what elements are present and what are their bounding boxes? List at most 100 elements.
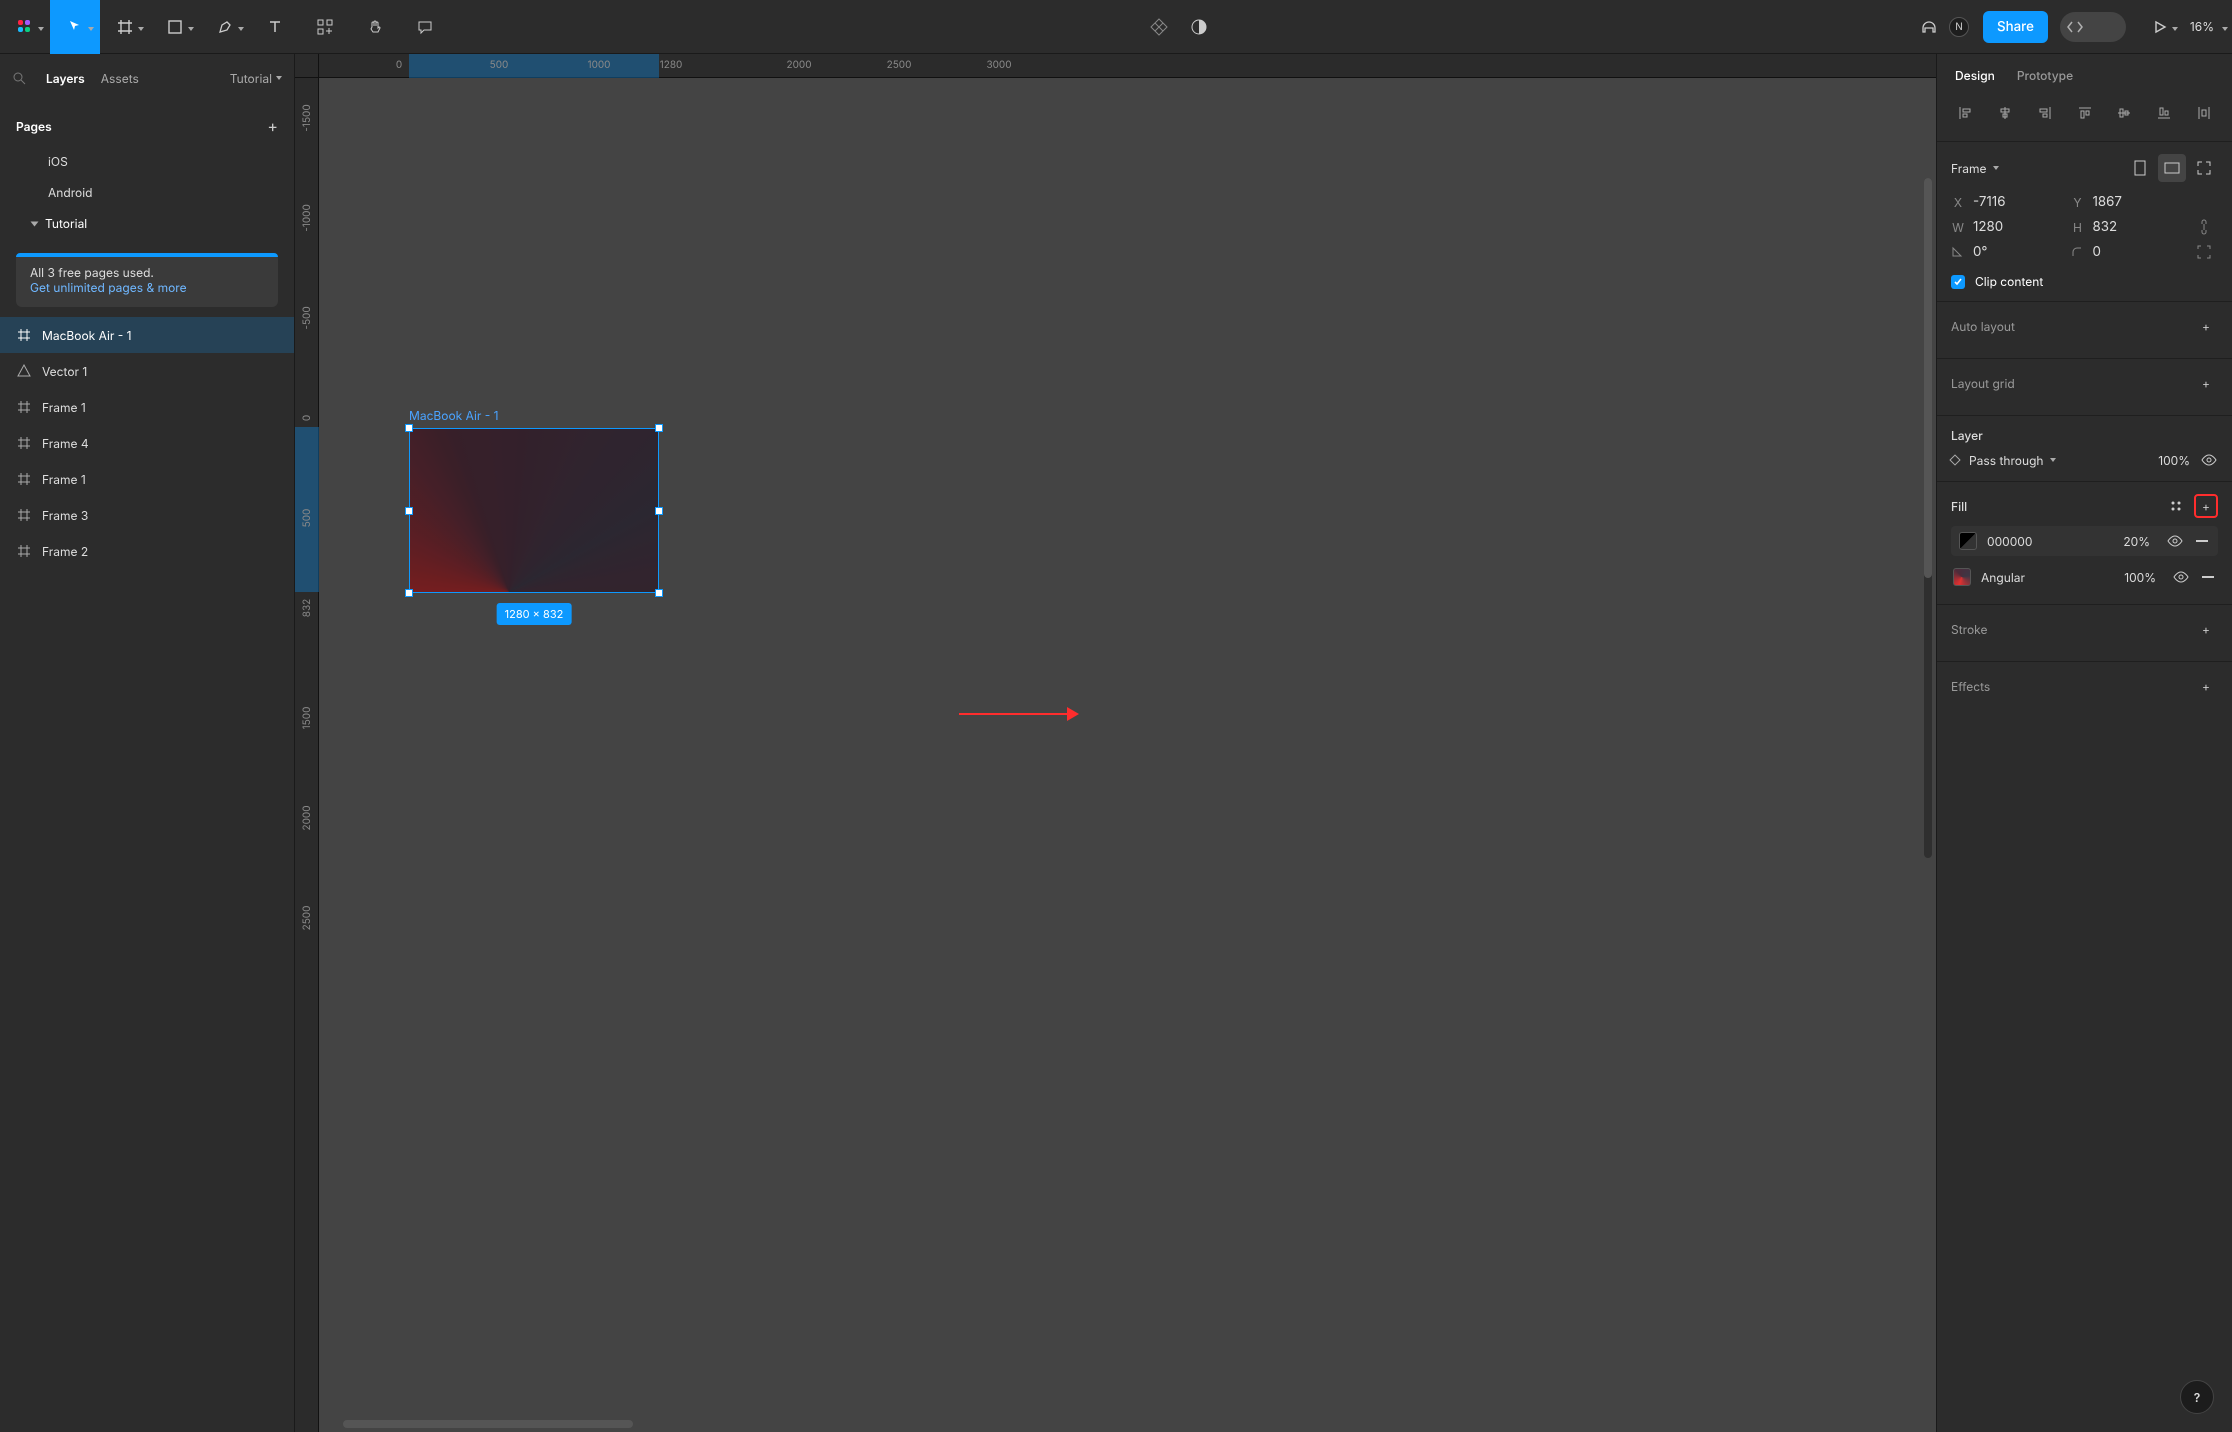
layer-item[interactable]: MacBook Air - 1: [0, 317, 294, 353]
right-panel-tabs: Design Prototype: [1937, 54, 2232, 93]
frame-type-dropdown[interactable]: Frame: [1951, 161, 1999, 176]
selected-frame[interactable]: [409, 428, 659, 593]
fill-visibility-toggle[interactable]: [2172, 568, 2190, 586]
independent-corners-button[interactable]: [2190, 244, 2218, 260]
fill-opacity[interactable]: 20%: [2123, 534, 2150, 549]
page-item-ios[interactable]: iOS: [0, 146, 294, 177]
orientation-landscape-button[interactable]: [2158, 154, 2186, 182]
tab-prototype[interactable]: Prototype: [2017, 68, 2073, 83]
layer-item[interactable]: Frame 4: [0, 425, 294, 461]
user-avatar[interactable]: N: [1949, 17, 1969, 37]
align-bottom-button[interactable]: [2146, 99, 2182, 127]
dark-mode-toggle[interactable]: [1179, 0, 1219, 54]
text-tool-button[interactable]: [250, 0, 300, 54]
support-button[interactable]: [1909, 0, 1949, 54]
dev-mode-toggle[interactable]: [2060, 12, 2126, 42]
remove-fill-button[interactable]: [2200, 569, 2216, 585]
page-item-tutorial[interactable]: Tutorial: [0, 208, 294, 239]
resources-button[interactable]: [300, 0, 350, 54]
shape-tool-button[interactable]: [150, 0, 200, 54]
pen-tool-button[interactable]: [200, 0, 250, 54]
h-input[interactable]: [2093, 219, 2153, 235]
layer-item[interactable]: Frame 3: [0, 497, 294, 533]
resize-handle-bl[interactable]: [405, 589, 413, 597]
fill-opacity[interactable]: 100%: [2124, 570, 2156, 585]
align-left-button[interactable]: [1947, 99, 1983, 127]
main-menu-button[interactable]: [0, 0, 50, 54]
components-indicator[interactable]: [1139, 0, 1179, 54]
present-button[interactable]: [2140, 7, 2180, 47]
resize-handle-tr[interactable]: [655, 424, 663, 432]
rotation-input[interactable]: [1973, 244, 2033, 260]
hand-tool-button[interactable]: [350, 0, 400, 54]
clip-content-checkbox[interactable]: [1951, 275, 1965, 289]
resize-handle-br[interactable]: [655, 589, 663, 597]
file-menu[interactable]: Tutorial: [230, 71, 282, 86]
y-field[interactable]: Y: [2071, 194, 2181, 210]
align-vcenter-button[interactable]: [2106, 99, 2142, 127]
canvas-stage[interactable]: MacBook Air - 1 1280 × 832: [319, 78, 1936, 1432]
frame-tool-button[interactable]: [100, 0, 150, 54]
tab-assets[interactable]: Assets: [101, 71, 139, 86]
resize-to-fit-button[interactable]: [2190, 154, 2218, 182]
blend-mode-dropdown[interactable]: Pass through: [1969, 453, 2056, 468]
layer-opacity-value[interactable]: 100%: [2158, 453, 2190, 468]
tab-design[interactable]: Design: [1955, 68, 1995, 83]
radius-field[interactable]: [2071, 244, 2181, 260]
add-auto-layout-button[interactable]: +: [2194, 314, 2218, 338]
fill-swatch[interactable]: [1959, 532, 1977, 550]
add-page-button[interactable]: +: [267, 116, 278, 136]
fill-styles-button[interactable]: [2164, 494, 2188, 518]
promo-link[interactable]: Get unlimited pages & more: [30, 280, 264, 295]
add-layout-grid-button[interactable]: +: [2194, 371, 2218, 395]
radius-input[interactable]: [2093, 244, 2153, 260]
scrollbar-h-thumb[interactable]: [343, 1420, 633, 1428]
scrollbar-horizontal[interactable]: [343, 1420, 1922, 1428]
search-icon[interactable]: [12, 71, 26, 85]
help-button[interactable]: ?: [2180, 1380, 2214, 1414]
x-field[interactable]: X: [1951, 194, 2061, 210]
w-field[interactable]: W: [1951, 218, 2061, 236]
fill-hex[interactable]: 000000: [1987, 534, 2032, 549]
fill-hex[interactable]: Angular: [1981, 570, 2025, 585]
comment-tool-button[interactable]: [400, 0, 450, 54]
move-tool-button[interactable]: [50, 0, 100, 54]
y-input[interactable]: [2093, 194, 2153, 210]
align-right-button[interactable]: [2027, 99, 2063, 127]
w-input[interactable]: [1973, 219, 2033, 235]
fill-swatch[interactable]: [1953, 568, 1971, 586]
add-fill-button[interactable]: +: [2194, 494, 2218, 518]
scrollbar-v-thumb[interactable]: [1924, 178, 1932, 578]
page-item-android[interactable]: Android: [0, 177, 294, 208]
add-effect-button[interactable]: +: [2194, 674, 2218, 698]
constrain-proportions-button[interactable]: [2190, 218, 2218, 236]
remove-fill-button[interactable]: [2194, 533, 2210, 549]
layer-visibility-toggle[interactable]: [2200, 451, 2218, 469]
tab-layers[interactable]: Layers: [46, 71, 85, 86]
ruler-vertical[interactable]: -1500-1000-5000500832150020002500: [295, 78, 319, 1432]
scrollbar-vertical[interactable]: [1924, 178, 1932, 858]
fill-visibility-toggle[interactable]: [2166, 532, 2184, 550]
layer-item[interactable]: Frame 1: [0, 461, 294, 497]
h-field[interactable]: H: [2071, 218, 2181, 236]
frame-label[interactable]: MacBook Air - 1: [409, 408, 499, 423]
align-top-button[interactable]: [2067, 99, 2103, 127]
orientation-portrait-button[interactable]: [2126, 154, 2154, 182]
share-button[interactable]: Share: [1983, 11, 2048, 43]
alignment-controls: [1937, 93, 2232, 142]
layers-list: MacBook Air - 1Vector 1Frame 1Frame 4Fra…: [0, 317, 294, 569]
distribute-button[interactable]: [2186, 99, 2222, 127]
layer-item[interactable]: Vector 1: [0, 353, 294, 389]
resize-handle-tl[interactable]: [405, 424, 413, 432]
layer-item[interactable]: Frame 1: [0, 389, 294, 425]
rotation-field[interactable]: [1951, 244, 2061, 260]
x-input[interactable]: [1973, 194, 2033, 210]
align-hcenter-button[interactable]: [1987, 99, 2023, 127]
blend-mode-icon: [1949, 454, 1960, 465]
add-stroke-button[interactable]: +: [2194, 617, 2218, 641]
layer-item[interactable]: Frame 2: [0, 533, 294, 569]
ruler-horizontal[interactable]: 050010001280200025003000: [319, 54, 1936, 78]
zoom-dropdown[interactable]: 16%: [2180, 19, 2232, 34]
resize-handle-ml[interactable]: [405, 507, 413, 515]
resize-handle-mr[interactable]: [655, 507, 663, 515]
